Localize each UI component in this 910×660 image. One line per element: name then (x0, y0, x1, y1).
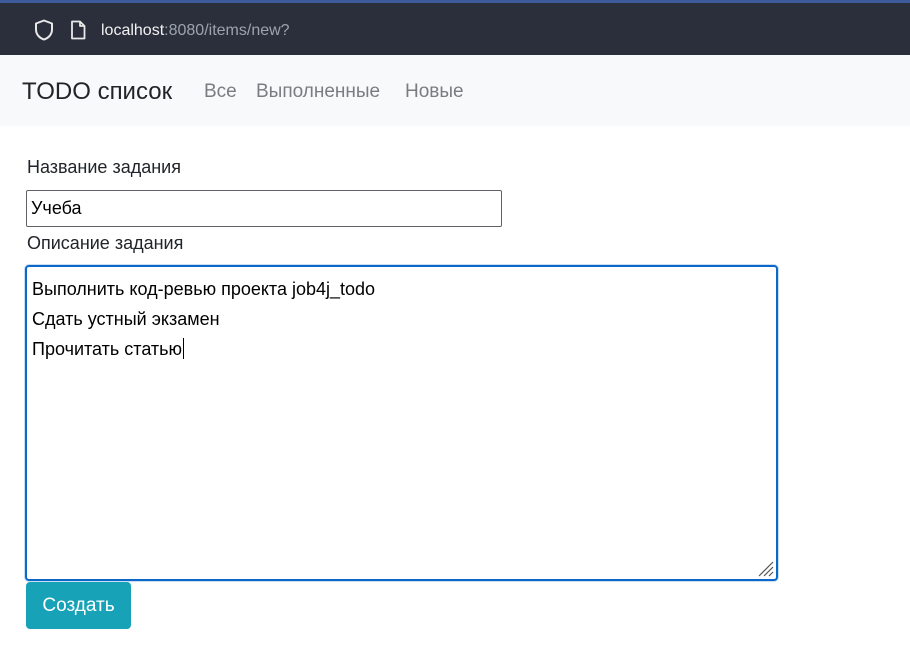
description-line: Сдать устный экзамен (32, 309, 220, 329)
description-line: Прочитать статью (32, 339, 183, 359)
navbar-brand[interactable]: TODO список (22, 77, 172, 107)
shield-icon[interactable] (34, 19, 54, 41)
url-host: localhost (101, 22, 165, 39)
url-path: :8080/items/new? (164, 22, 290, 39)
page-icon[interactable] (69, 20, 87, 40)
title-input[interactable] (26, 190, 502, 227)
text-caret (183, 338, 185, 359)
description-line: Выполнить код-ревью проекта job4j_todo (32, 279, 376, 299)
description-textarea[interactable]: Выполнить код-ревью проекта job4j_todo С… (25, 265, 778, 581)
address-bar[interactable]: localhost:8080/items/new? (101, 20, 290, 42)
browser-toolbar: localhost:8080/items/new? (0, 0, 910, 55)
nav-link-all[interactable]: Все (204, 80, 237, 104)
create-button[interactable]: Создать (26, 582, 131, 629)
navbar: TODO список Все Выполненные Новые (0, 55, 910, 126)
description-line-with-caret: Прочитать статью (32, 337, 185, 361)
description-label: Описание задания (27, 233, 184, 253)
resize-grip-icon[interactable] (756, 559, 774, 577)
nav-link-completed[interactable]: Выполненные (256, 80, 380, 104)
nav-link-new[interactable]: Новые (405, 80, 464, 104)
title-label: Название задания (27, 157, 181, 177)
